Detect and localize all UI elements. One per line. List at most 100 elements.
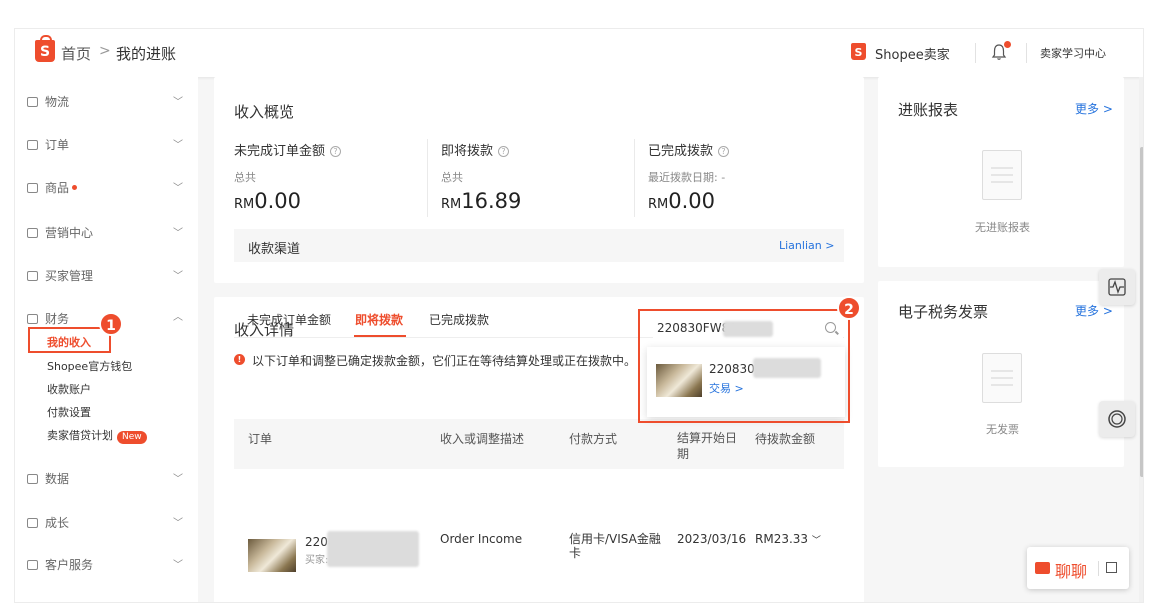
tab-to-release[interactable]: 即将拨款 [355, 311, 403, 328]
amount-value: 0.00 [254, 189, 302, 213]
sidebar-item-finance[interactable]: 财务 [27, 310, 69, 327]
chevron-down-icon[interactable]: ﹀ [173, 224, 183, 239]
sidebar-item-orders[interactable]: 订单 [27, 136, 69, 153]
header-divider [975, 43, 976, 63]
currency: RM [234, 197, 255, 212]
invoice-title: 电子税务发票 [898, 303, 989, 321]
released-sub: 最近拨款日期: - [648, 171, 726, 184]
chat-icon [1035, 562, 1050, 574]
e-invoice-card: 电子税务发票 更多 > 无发票 [878, 281, 1124, 467]
sidebar-sub-label: 卖家借贷计划 [47, 429, 113, 442]
overview-title: 收入概览 [234, 103, 295, 121]
sidebar-item-label: 物流 [45, 95, 70, 109]
income-overview-card: 收入概览 未完成订单金额? 总共 RM0.00 即将拨款? 总共 RM16.89… [214, 77, 864, 283]
buyer-label: 买家: [305, 555, 329, 566]
sidebar-item-growth[interactable]: 成长 [27, 514, 69, 531]
income-reports-card: 进账报表 更多 > 无进账报表 [878, 77, 1124, 267]
learning-center-link[interactable]: 卖家学习中心 [1040, 45, 1106, 61]
lianlian-link[interactable]: Lianlian > [779, 239, 834, 252]
chevron-down-icon[interactable]: ﹀ [173, 179, 183, 194]
product-thumbnail [248, 539, 296, 572]
sidebar-item-products[interactable]: 商品 [27, 179, 78, 196]
sidebar-item-label: 订单 [45, 138, 70, 152]
activity-monitor-button[interactable] [1099, 269, 1135, 305]
chevron-down-icon[interactable]: ﹀ [173, 136, 183, 151]
clipboard-icon [27, 140, 38, 150]
shopee-logo-icon[interactable]: S [35, 35, 55, 62]
tag-icon [27, 228, 38, 238]
divider [634, 139, 635, 217]
chevron-down-icon[interactable]: ﹀ [173, 93, 183, 108]
payout-channel-label: 收款渠道 [248, 242, 301, 257]
chart-icon [27, 474, 38, 484]
sidebar-sub-seller-loan[interactable]: 卖家借贷计划 New [47, 427, 147, 444]
chevron-down-icon[interactable]: ﹀ [173, 267, 183, 282]
sidebar-item-label: 成长 [45, 516, 70, 530]
chat-label: 聊聊 [1055, 562, 1088, 581]
currency: RM [648, 197, 669, 212]
sidebar-sub-bank-account[interactable]: 收款账户 [47, 381, 91, 397]
scrollbar-thumb[interactable] [1140, 147, 1143, 477]
pending-label: 未完成订单金额? [234, 140, 342, 159]
tab-pending[interactable]: 未完成订单金额 [247, 311, 331, 328]
released-label-text: 已完成拨款 [648, 144, 714, 159]
sidebar-item-logistics[interactable]: 物流 [27, 93, 69, 110]
pending-amount: RM0.00 [234, 189, 301, 213]
invoice-empty-text: 无发票 [986, 423, 1019, 436]
sidebar-item-marketing[interactable]: 营销中心 [27, 224, 93, 241]
col-order: 订单 [248, 432, 273, 446]
help-icon[interactable]: ? [498, 146, 510, 157]
released-label: 已完成拨款? [648, 140, 730, 159]
released-amount: RM0.00 [648, 189, 715, 213]
highlight-box-search [638, 309, 850, 423]
header-divider [1026, 43, 1027, 63]
row-payment: 信用卡/VISA金融卡 [569, 532, 661, 560]
empty-document-icon [982, 353, 1022, 403]
shopee-seller-logo-icon: S [851, 43, 866, 60]
breadcrumb-current: 我的进账 [116, 45, 177, 63]
wallet-icon [27, 314, 38, 324]
help-icon[interactable]: ? [718, 146, 730, 157]
reports-more-link[interactable]: 更多 > [1075, 100, 1113, 117]
sidebar-item-label: 财务 [45, 312, 70, 326]
col-payment: 付款方式 [569, 432, 618, 446]
col-amount: 待拨款金额 [755, 432, 816, 446]
row-amount[interactable]: RM23.33 ﹀ [755, 532, 821, 546]
sidebar-item-customer-service[interactable]: 客户服务 [27, 556, 93, 573]
step-marker-1: 1 [99, 312, 123, 336]
support-button[interactable] [1099, 401, 1135, 437]
breadcrumb-separator: > [99, 43, 111, 59]
redacted-area [327, 531, 419, 567]
sidebar-item-buyers[interactable]: 买家管理 [27, 267, 93, 284]
chevron-down-icon[interactable]: ﹀ [812, 536, 821, 546]
badge-icon [27, 518, 38, 528]
minimize-icon[interactable] [1106, 562, 1117, 573]
seller-brand-link[interactable]: Shopee卖家 [875, 44, 950, 63]
chevron-up-icon[interactable]: ︿ [173, 308, 183, 323]
chevron-down-icon[interactable]: ﹀ [173, 470, 183, 485]
sidebar-item-data[interactable]: 数据 [27, 470, 69, 487]
sidebar-sub-wallet[interactable]: Shopee官方钱包 [47, 358, 132, 374]
alert-dot [72, 185, 78, 190]
tab-released[interactable]: 已完成拨款 [429, 311, 489, 328]
breadcrumb-home[interactable]: 首页 [61, 43, 91, 64]
pending-label-text: 未完成订单金额 [234, 144, 326, 159]
row-description: Order Income [440, 532, 523, 546]
sidebar-sub-payment-settings[interactable]: 付款设置 [47, 404, 91, 420]
help-icon[interactable]: ? [330, 146, 342, 157]
sidebar-item-label: 客户服务 [45, 558, 94, 572]
currency: RM [441, 197, 462, 212]
to-release-label-text: 即将拨款 [441, 144, 494, 159]
empty-document-icon [982, 150, 1022, 200]
top-bar: S 首页 > 我的进账 S Shopee卖家 卖家学习中心 [15, 29, 1143, 77]
chat-widget[interactable]: 聊聊 [1027, 547, 1129, 589]
chat-divider [1098, 561, 1099, 576]
chevron-down-icon[interactable]: ﹀ [173, 514, 183, 529]
row-amount-value: RM23.33 [755, 532, 809, 546]
box-icon [27, 183, 38, 193]
notification-dot [1004, 41, 1011, 48]
col-description: 收入或调整描述 [440, 432, 525, 446]
truck-icon [27, 97, 38, 107]
chevron-down-icon[interactable]: ﹀ [173, 556, 183, 571]
highlight-box-my-income [28, 327, 111, 353]
